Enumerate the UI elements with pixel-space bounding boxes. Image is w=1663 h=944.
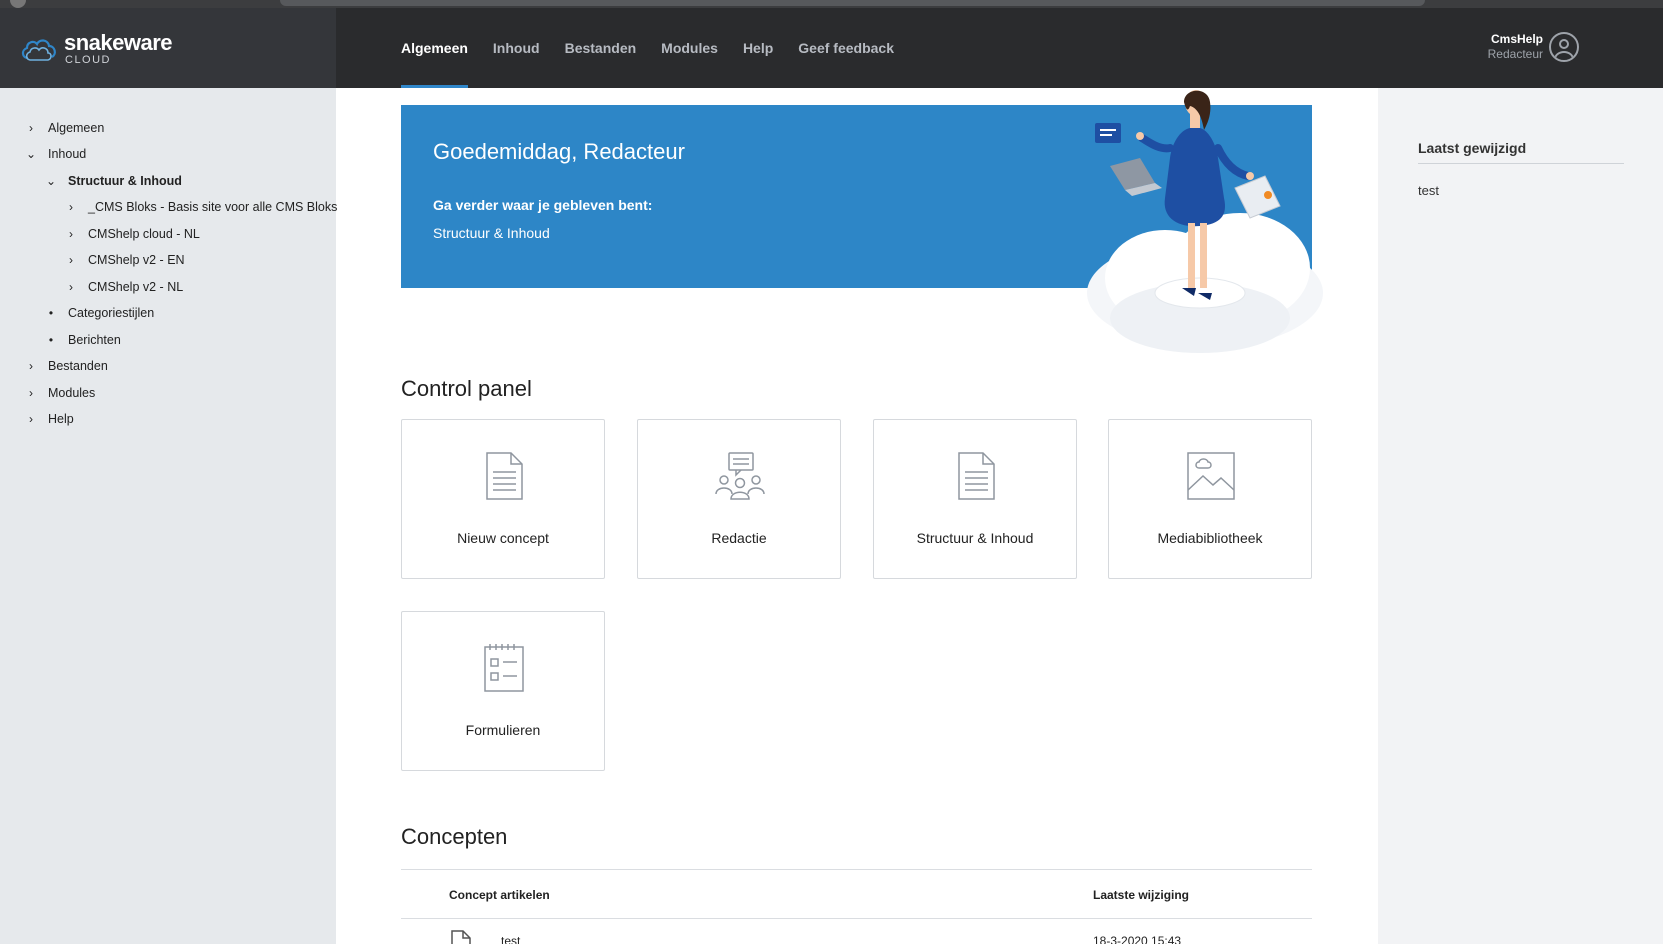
resume-text: Ga verder waar je gebleven bent: [433,197,653,213]
sidebar-tree: › Algemeen ⌄ Inhoud ⌄ Structuur & Inhoud… [0,88,338,944]
recent-title: Laatst gewijzigd [1418,140,1527,156]
tile-formulieren[interactable]: Formulieren [401,611,605,771]
document-icon [451,930,471,944]
sidebar-item-label: CMShelp v2 - NL [88,280,184,294]
user-avatar-icon[interactable] [1549,32,1579,62]
team-icon [715,452,765,500]
column-header-concept[interactable]: Concept artikelen [449,888,550,902]
address-bar[interactable] [280,0,1425,6]
sidebar-item-label: Bestanden [48,359,108,373]
resume-link[interactable]: Structuur & Inhoud [433,225,550,241]
nav-help[interactable]: Help [743,8,773,88]
tile-label: Nieuw concept [457,530,549,546]
sidebar-item-label: Algemeen [48,121,105,135]
sidebar-item-label: _CMS Bloks - Basis site voor alle CMS Bl… [88,200,338,214]
control-panel-title: Control panel [401,376,532,401]
image-icon [1187,452,1235,500]
document-icon [958,452,995,500]
tile-nieuw-concept[interactable]: Nieuw concept [401,419,605,579]
chevron-right-icon: › [29,359,33,373]
tile-mediabibliotheek[interactable]: Mediabibliotheek [1108,419,1312,579]
nav-algemeen[interactable]: Algemeen [401,8,468,88]
table-row[interactable]: test 18-3-2020 15:43 [401,930,1312,944]
chevron-right-icon: › [29,412,33,426]
nav-inhoud[interactable]: Inhoud [493,8,540,88]
user-info[interactable]: CmsHelp Redacteur [1488,32,1543,62]
nav-bestanden[interactable]: Bestanden [565,8,637,88]
chevron-right-icon: › [69,227,73,241]
sidebar-item-label: Modules [48,386,96,400]
nav-feedback[interactable]: Geef feedback [798,8,894,88]
concept-title[interactable]: test [501,934,520,944]
greeting: Goedemiddag, Redacteur [433,139,685,164]
concepts-title: Concepten [401,824,508,849]
sidebar-item-label: Structuur & Inhoud [68,174,182,188]
nav-modules[interactable]: Modules [661,8,718,88]
cloud-logo-icon [21,39,56,61]
brand-name: snakeware [64,30,173,55]
sidebar-item-label: CMShelp v2 - EN [88,253,185,267]
sidebar-item-label: CMShelp cloud - NL [88,227,200,241]
concept-modified: 18-3-2020 15:43 [1093,934,1182,944]
browser-button[interactable] [10,0,26,8]
user-role: Redacteur [1487,47,1543,61]
recent-panel: Laatst gewijzigd test [1378,88,1663,944]
sidebar-item-label: Categoriestijlen [68,306,155,320]
chevron-down-icon: ⌄ [45,174,57,188]
sidebar-item-label: Help [48,412,74,426]
bullet-icon: • [48,306,54,320]
chevron-down-icon: ⌄ [25,147,37,161]
tile-label: Structuur & Inhoud [916,530,1034,546]
tile-redactie[interactable]: Redactie [637,419,841,579]
sidebar-item-label: Inhoud [48,147,87,161]
table-divider [401,869,1312,870]
tile-label: Redactie [711,530,767,546]
chevron-right-icon: › [69,253,73,267]
main-nav: Algemeen Inhoud Bestanden Modules Help G… [401,8,919,88]
recent-divider [1418,163,1624,164]
form-icon [484,644,524,692]
document-icon [486,452,523,500]
bullet-icon: • [48,333,54,347]
top-header: snakeware CLOUD Algemeen Inhoud Bestande… [0,8,1663,88]
table-divider [401,918,1312,919]
chevron-right-icon: › [29,121,33,135]
tile-label: Formulieren [465,722,541,738]
recent-item[interactable]: test [1418,183,1439,198]
brand-subtitle: CLOUD [65,54,112,66]
tile-structuur-inhoud[interactable]: Structuur & Inhoud [873,419,1077,579]
tile-label: Mediabibliotheek [1157,530,1263,546]
brand-area[interactable]: snakeware CLOUD [0,8,336,88]
user-name: CmsHelp [1490,32,1543,46]
chevron-right-icon: › [29,386,33,400]
browser-chrome [0,0,1663,8]
chevron-right-icon: › [69,200,73,214]
column-header-modified[interactable]: Laatste wijziging [1093,888,1189,902]
chevron-right-icon: › [69,280,73,294]
woman-on-cloud-illustration [1087,90,1323,353]
sidebar-item-label: Berichten [68,333,121,347]
